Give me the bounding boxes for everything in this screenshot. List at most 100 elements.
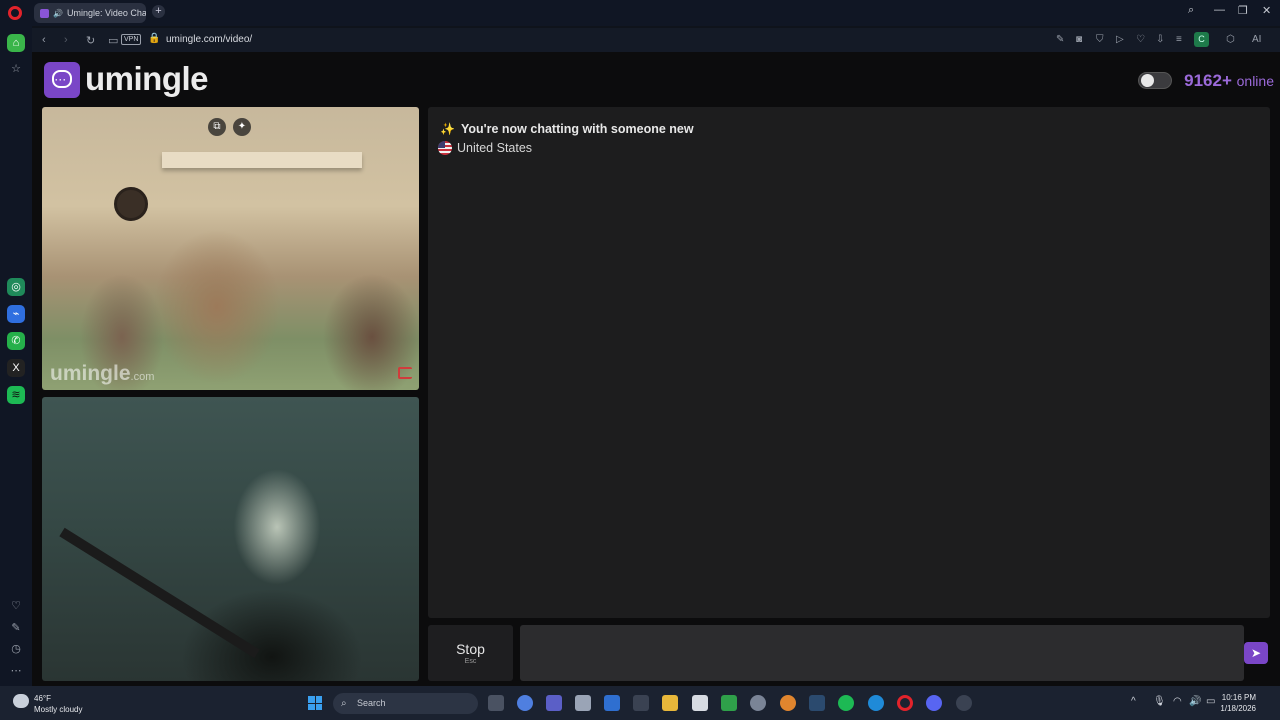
tab-title: Umingle: Video Chat: [66, 8, 146, 18]
browser-sidebar: ⌂ ☆ ◎ ⌁ ✆ X ≋ ♡ ✎ ◷ ⋯: [0, 26, 32, 686]
blender-icon[interactable]: [780, 695, 796, 711]
search-label: Search: [357, 698, 386, 708]
message-input[interactable]: [520, 625, 1244, 681]
background-mantel: [162, 152, 362, 168]
toggle-knob: [1141, 74, 1154, 87]
forward-arrow-icon[interactable]: ›: [64, 34, 68, 46]
heart-sidebar-icon[interactable]: ♡: [7, 597, 25, 615]
online-label: online: [1236, 73, 1274, 89]
whatsapp-icon[interactable]: ✆: [7, 332, 25, 350]
discord-icon[interactable]: [926, 695, 942, 711]
new-tab-button[interactable]: +: [152, 5, 165, 18]
outlook-icon[interactable]: [604, 695, 620, 711]
xbox-icon[interactable]: [721, 695, 737, 711]
weather-cloud-icon[interactable]: [13, 694, 29, 708]
shield-icon[interactable]: ⛉: [1096, 34, 1104, 45]
chat-log: ✨ You're now chatting with someone new U…: [428, 107, 1270, 618]
heart-icon[interactable]: ♡: [1136, 34, 1145, 45]
battery-icon[interactable]: ▭: [1206, 696, 1215, 707]
browser-tab-active[interactable]: 🔊 Umingle: Video Chat ✕: [34, 3, 146, 23]
opera-taskbar-icon[interactable]: [897, 695, 913, 711]
report-flag-icon[interactable]: [398, 367, 412, 379]
aria-ai-button[interactable]: AI: [1252, 34, 1261, 45]
cube-icon[interactable]: ⬡: [1226, 34, 1235, 45]
back-arrow-icon[interactable]: ‹: [42, 34, 46, 46]
watermark-suffix: .com: [130, 371, 155, 383]
teams-icon[interactable]: [546, 695, 562, 711]
edit-icon[interactable]: ✎: [1056, 34, 1064, 45]
maximize-button[interactable]: ❐: [1238, 4, 1248, 17]
country-text: United States: [457, 141, 533, 155]
picture-in-picture-icon[interactable]: ⧉: [208, 118, 226, 136]
vpn-badge[interactable]: VPN: [121, 34, 142, 45]
messenger-icon[interactable]: ⌁: [7, 305, 25, 323]
speaker-icon: 🔊: [53, 8, 63, 18]
theme-toggle[interactable]: [1138, 72, 1172, 89]
minimize-button[interactable]: —: [1214, 4, 1225, 16]
more-icon[interactable]: ⋯: [7, 662, 25, 680]
stop-button[interactable]: Stop Esc: [428, 625, 513, 681]
play-icon[interactable]: ▷: [1116, 34, 1124, 45]
stranger-country: United States: [438, 141, 532, 155]
reload-icon[interactable]: ↻: [86, 34, 95, 47]
chatgpt-icon[interactable]: ◎: [7, 278, 25, 296]
settings-gear-icon[interactable]: [750, 695, 766, 711]
home-icon[interactable]: ⌂: [7, 34, 25, 52]
browser-tab-bar: 🔊 Umingle: Video Chat ✕ + ⌕ — ❐ ✕: [0, 0, 1280, 26]
dots-icon: ···: [55, 75, 67, 85]
notepad-icon[interactable]: [692, 695, 708, 711]
sparkles-icon: ✨: [440, 122, 455, 136]
umingle-favicon-icon: [40, 8, 49, 18]
umingle-logo-icon[interactable]: ···: [44, 62, 80, 98]
x-twitter-icon[interactable]: X: [7, 359, 25, 377]
weather-temp: 46°F: [34, 694, 51, 703]
steam-icon[interactable]: [809, 695, 825, 711]
history-icon[interactable]: ◷: [7, 640, 25, 658]
copilot-icon[interactable]: [517, 695, 533, 711]
file-explorer-icon[interactable]: [662, 695, 678, 711]
extension-icon[interactable]: C: [1194, 32, 1209, 47]
windows-taskbar: 46°F Mostly cloudy ⌕ Search ^ 🎙 ◠ 🔊 ▭ 10…: [0, 686, 1280, 720]
video-watermark: umingle.com: [50, 362, 154, 386]
camera-icon[interactable]: ◙: [1076, 34, 1082, 45]
spotify-icon[interactable]: ≋: [7, 386, 25, 404]
search-tabs-icon[interactable]: ⌕: [1188, 4, 1194, 17]
effects-sparkle-icon[interactable]: ✦: [233, 118, 251, 136]
spotify-taskbar-icon[interactable]: [838, 695, 854, 711]
weather-desc: Mostly cloudy: [34, 705, 83, 714]
stop-hint: Esc: [464, 658, 477, 665]
weather-widget[interactable]: 46°F Mostly cloudy: [34, 693, 82, 715]
chat-status-message: ✨ You're now chatting with someone new: [440, 122, 694, 136]
steam-alt-icon[interactable]: [633, 695, 649, 711]
pinboard-icon[interactable]: ✎: [7, 619, 25, 637]
site-logo-text[interactable]: umingle: [85, 60, 209, 98]
self-video: [42, 397, 419, 681]
clock-date: 1/18/2026: [1220, 704, 1256, 713]
online-count: 9162+ online: [1184, 71, 1274, 91]
close-window-button[interactable]: ✕: [1262, 4, 1271, 17]
tray-chevron-icon[interactable]: ^: [1131, 696, 1136, 707]
microphone-icon[interactable]: 🎙: [1153, 696, 1166, 707]
volume-icon[interactable]: 🔊: [1189, 696, 1201, 707]
edge-icon[interactable]: [868, 695, 884, 711]
wifi-icon[interactable]: ◠: [1173, 696, 1182, 707]
chat-status-text: You're now chatting with someone new: [460, 122, 694, 136]
store-icon[interactable]: [575, 695, 591, 711]
mic-arm: [59, 527, 260, 659]
send-arrow-icon[interactable]: ➤: [1244, 642, 1268, 664]
wall-clock: [114, 187, 148, 221]
star-icon[interactable]: ☆: [7, 60, 25, 78]
url-field[interactable]: umingle.com/video/: [166, 34, 252, 45]
download-icon[interactable]: ⇩: [1156, 34, 1164, 45]
lock-icon[interactable]: 🔒: [148, 33, 160, 44]
opera-logo-icon[interactable]: [8, 6, 22, 20]
search-icon: ⌕: [341, 698, 347, 709]
reader-icon[interactable]: ▭: [108, 34, 118, 47]
taskbar-search[interactable]: ⌕ Search: [333, 693, 478, 714]
us-flag-icon: [438, 141, 452, 155]
menu-icon[interactable]: ≡: [1176, 34, 1182, 45]
task-view-icon[interactable]: [488, 695, 504, 711]
windows-start-icon[interactable]: [308, 696, 322, 710]
obs-icon[interactable]: [956, 695, 972, 711]
system-clock[interactable]: 10:16 PM 1/18/2026: [1220, 692, 1256, 714]
